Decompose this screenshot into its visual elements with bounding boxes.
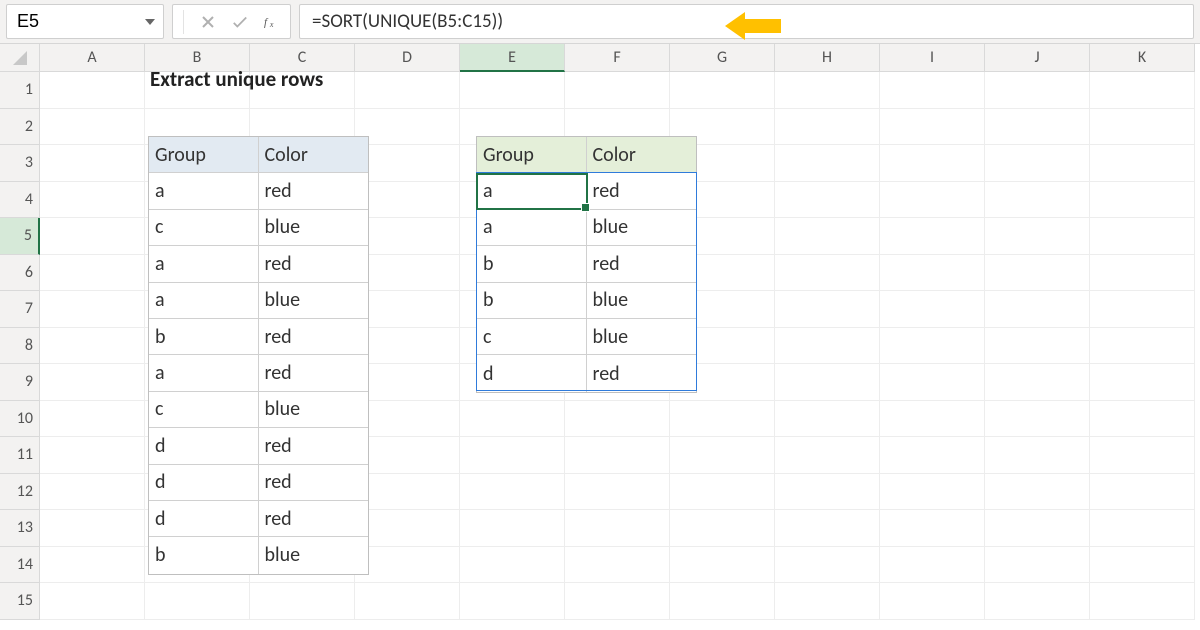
table-cell[interactable]: red [259, 428, 369, 464]
table-cell[interactable]: a [477, 173, 587, 209]
row-header[interactable]: 13 [0, 510, 40, 547]
enter-icon[interactable] [232, 14, 248, 30]
table-cell[interactable]: blue [587, 210, 697, 246]
table-cell[interactable]: a [149, 355, 259, 391]
col-header[interactable]: G [670, 44, 775, 72]
name-box[interactable] [6, 4, 164, 39]
table-cell[interactable]: red [259, 319, 369, 355]
formula-bar: f x =SORT(UNIQUE(B5:C15)) [0, 0, 1200, 44]
select-all-corner[interactable] [0, 44, 40, 72]
col-header[interactable]: E [460, 44, 565, 72]
col-header[interactable]: J [985, 44, 1090, 72]
table-cell[interactable]: b [477, 246, 587, 282]
table-cell[interactable]: blue [587, 319, 697, 355]
col-header[interactable]: F [565, 44, 670, 72]
col-header-color[interactable]: Color [259, 137, 369, 173]
table-cell[interactable]: red [259, 501, 369, 537]
table-cell[interactable]: a [149, 246, 259, 282]
row-header[interactable]: 14 [0, 547, 40, 584]
name-box-input[interactable] [15, 10, 115, 33]
table-cell[interactable]: red [259, 173, 369, 209]
row-header[interactable]: 5 [0, 218, 40, 255]
table-cell[interactable]: d [477, 355, 587, 391]
table-cell[interactable]: blue [587, 283, 697, 319]
table-cell[interactable]: c [149, 392, 259, 428]
table-cell[interactable]: red [259, 246, 369, 282]
table-cell[interactable]: a [477, 210, 587, 246]
table-cell[interactable]: blue [259, 210, 369, 246]
svg-text:x: x [269, 20, 274, 29]
cancel-icon[interactable] [200, 14, 216, 30]
table-cell[interactable]: red [259, 355, 369, 391]
col-header[interactable]: K [1090, 44, 1195, 72]
col-header[interactable]: D [355, 44, 460, 72]
table-cell[interactable]: b [477, 283, 587, 319]
table-cell[interactable]: c [149, 210, 259, 246]
formula-text: =SORT(UNIQUE(B5:C15)) [312, 10, 503, 33]
row-header[interactable]: 7 [0, 291, 40, 328]
svg-text:f: f [264, 16, 269, 28]
col-header[interactable]: H [775, 44, 880, 72]
page-title: Extract unique rows [150, 66, 323, 92]
row-header[interactable]: 10 [0, 401, 40, 438]
col-header-group[interactable]: Group [477, 137, 587, 173]
col-header[interactable]: A [40, 44, 145, 72]
row-header[interactable]: 2 [0, 109, 40, 146]
row-header[interactable]: 15 [0, 583, 40, 620]
table-cell[interactable]: blue [259, 283, 369, 319]
table-cell[interactable]: b [149, 319, 259, 355]
row-header[interactable]: 12 [0, 474, 40, 511]
callout-arrow-icon [725, 12, 781, 40]
table-cell[interactable]: red [587, 246, 697, 282]
table-cell[interactable]: c [477, 319, 587, 355]
table-cell[interactable]: red [587, 355, 697, 391]
table-cell[interactable]: b [149, 537, 259, 573]
fx-icon[interactable]: f x [264, 14, 280, 30]
result-table: Group Color ared ablue bred bblue cblue … [476, 136, 697, 393]
table-cell[interactable]: d [149, 428, 259, 464]
table-cell[interactable]: d [149, 501, 259, 537]
table-cell[interactable]: blue [259, 392, 369, 428]
row-header[interactable]: 1 [0, 72, 40, 109]
row-header[interactable]: 6 [0, 255, 40, 292]
table-cell[interactable]: a [149, 173, 259, 209]
col-header-group[interactable]: Group [149, 137, 259, 173]
col-header-color[interactable]: Color [587, 137, 697, 173]
chevron-down-icon[interactable] [145, 19, 155, 25]
row-header[interactable]: 3 [0, 145, 40, 182]
row-header[interactable]: 4 [0, 182, 40, 219]
table-cell[interactable]: d [149, 465, 259, 501]
col-header[interactable]: I [880, 44, 985, 72]
table-cell[interactable]: a [149, 283, 259, 319]
row-header[interactable]: 8 [0, 328, 40, 365]
table-cell[interactable]: red [587, 173, 697, 209]
table-cell[interactable]: blue [259, 537, 369, 573]
row-header[interactable]: 11 [0, 437, 40, 474]
table-cell[interactable]: red [259, 465, 369, 501]
row-header[interactable]: 9 [0, 364, 40, 401]
source-table: Group Color ared cblue ared ablue bred a… [148, 136, 369, 575]
formula-bar-buttons: f x [172, 4, 291, 39]
